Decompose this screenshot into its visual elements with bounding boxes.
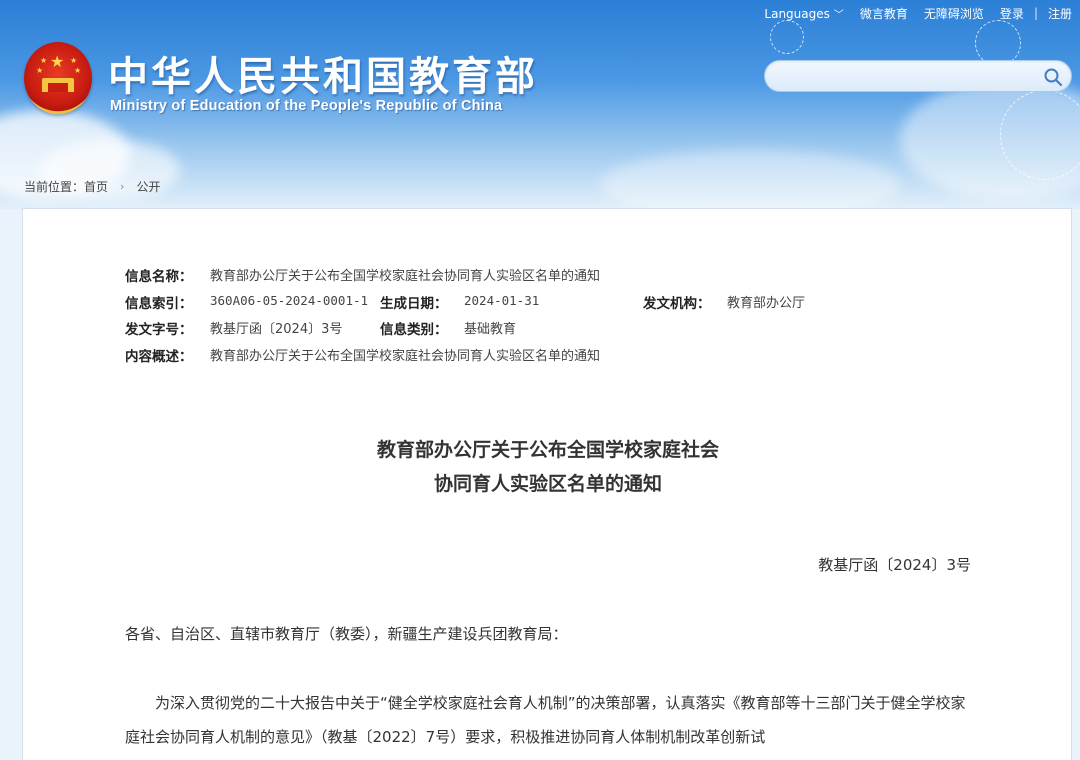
chevron-down-icon: ﹀ <box>833 9 844 21</box>
breadcrumb: 当前位置： 首页 › 公开 <box>24 178 160 195</box>
dandelion-decoration <box>1000 90 1080 180</box>
site-title[interactable]: 中华人民共和国教育部 <box>108 44 538 102</box>
document-title-line: 教育部办公厅关于公布全国学校家庭社会 <box>376 439 719 461</box>
languages-label: Languages <box>764 6 830 21</box>
top-nav: Languages ﹀ 微言教育 无障碍浏览 登录 | 注册 <box>764 4 1072 22</box>
info-index-value: 360A06-05-2024-0001-1 <box>210 292 369 308</box>
info-index-label: 信息索引： <box>125 295 193 312</box>
languages-menu[interactable]: Languages ﹀ <box>764 6 843 21</box>
national-emblem-icon[interactable]: ★ ★ ★ ★ ★ <box>24 42 92 114</box>
document-paragraph: 为深入贯彻党的二十大报告中关于“健全学校家庭社会育人机制”的决策部署，认真落实《… <box>125 694 966 746</box>
org-value: 教育部办公厅 <box>727 295 806 311</box>
content-panel: 信息名称： 教育部办公厅关于公布全国学校家庭社会协同育人实验区名单的通知 信息索… <box>22 208 1072 760</box>
search-icon[interactable] <box>1043 67 1063 87</box>
document-title-line: 协同育人实验区名单的通知 <box>433 473 662 495</box>
site-header: Languages ﹀ 微言教育 无障碍浏览 登录 | 注册 ★ ★ ★ ★ ★ … <box>0 0 1080 210</box>
cloud-decoration <box>600 150 900 210</box>
date-label: 生成日期： <box>380 295 448 312</box>
document-title: 教育部办公厅关于公布全国学校家庭社会 协同育人实验区名单的通知 <box>23 433 1073 501</box>
docno-label: 发文字号： <box>125 322 193 338</box>
summary-value: 教育部办公厅关于公布全国学校家庭社会协同育人实验区名单的通知 <box>210 348 601 364</box>
chevron-right-icon: › <box>120 180 125 193</box>
document-salutation: 各省、自治区、直辖市教育厅（教委），新疆生产建设兵团教育局： <box>125 625 568 643</box>
breadcrumb-home[interactable]: 首页 <box>84 178 108 195</box>
nav-separator: | <box>1033 6 1038 20</box>
search-input[interactable] <box>777 66 1027 86</box>
breadcrumb-current[interactable]: 公开 <box>136 178 160 195</box>
site-subtitle-en: Ministry of Education of the People's Re… <box>110 98 503 114</box>
login-link[interactable]: 登录 <box>1000 5 1024 22</box>
info-name-value: 教育部办公厅关于公布全国学校家庭社会协同育人实验区名单的通知 <box>210 269 601 284</box>
docno-value: 教基厅函〔2024〕3号 <box>210 322 343 337</box>
date-value: 2024-01-31 <box>464 292 540 308</box>
info-name-label: 信息名称： <box>125 269 193 285</box>
register-link[interactable]: 注册 <box>1048 5 1072 22</box>
search-box <box>764 60 1072 92</box>
weiyan-link[interactable]: 微言教育 <box>860 5 908 22</box>
breadcrumb-prefix: 当前位置： <box>24 180 85 194</box>
accessibility-link[interactable]: 无障碍浏览 <box>924 5 984 22</box>
dandelion-decoration <box>770 20 804 54</box>
category-value: 基础教育 <box>464 322 517 337</box>
category-label: 信息类别： <box>380 322 448 338</box>
document-number: 教基厅函〔2024〕3号 <box>818 556 971 574</box>
org-label: 发文机构： <box>643 295 711 312</box>
summary-label: 内容概述： <box>125 348 193 365</box>
